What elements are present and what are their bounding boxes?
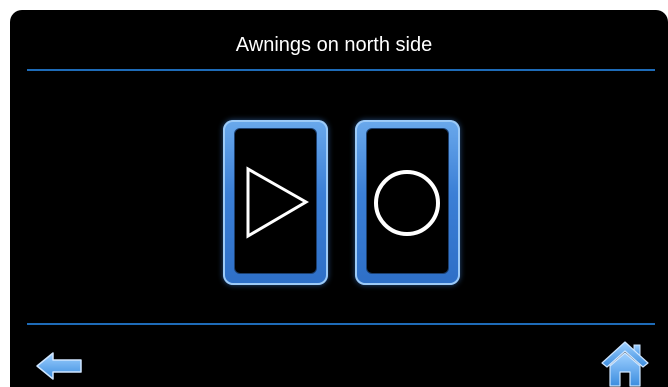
- home-icon: [601, 341, 649, 387]
- play-button-face: [235, 129, 316, 273]
- stop-button-face: [367, 129, 448, 273]
- stop-button[interactable]: [355, 120, 460, 285]
- play-button[interactable]: [223, 120, 328, 285]
- footer-divider: [27, 323, 655, 325]
- header-divider: [27, 69, 655, 71]
- awning-control-screen: Awnings on north side: [10, 10, 668, 387]
- home-button[interactable]: [600, 339, 650, 387]
- back-arrow-icon: [36, 352, 82, 380]
- page-title: Awnings on north side: [235, 34, 433, 56]
- back-button[interactable]: [35, 351, 85, 386]
- play-icon: [246, 166, 309, 239]
- stop-circle-icon: [374, 170, 440, 236]
